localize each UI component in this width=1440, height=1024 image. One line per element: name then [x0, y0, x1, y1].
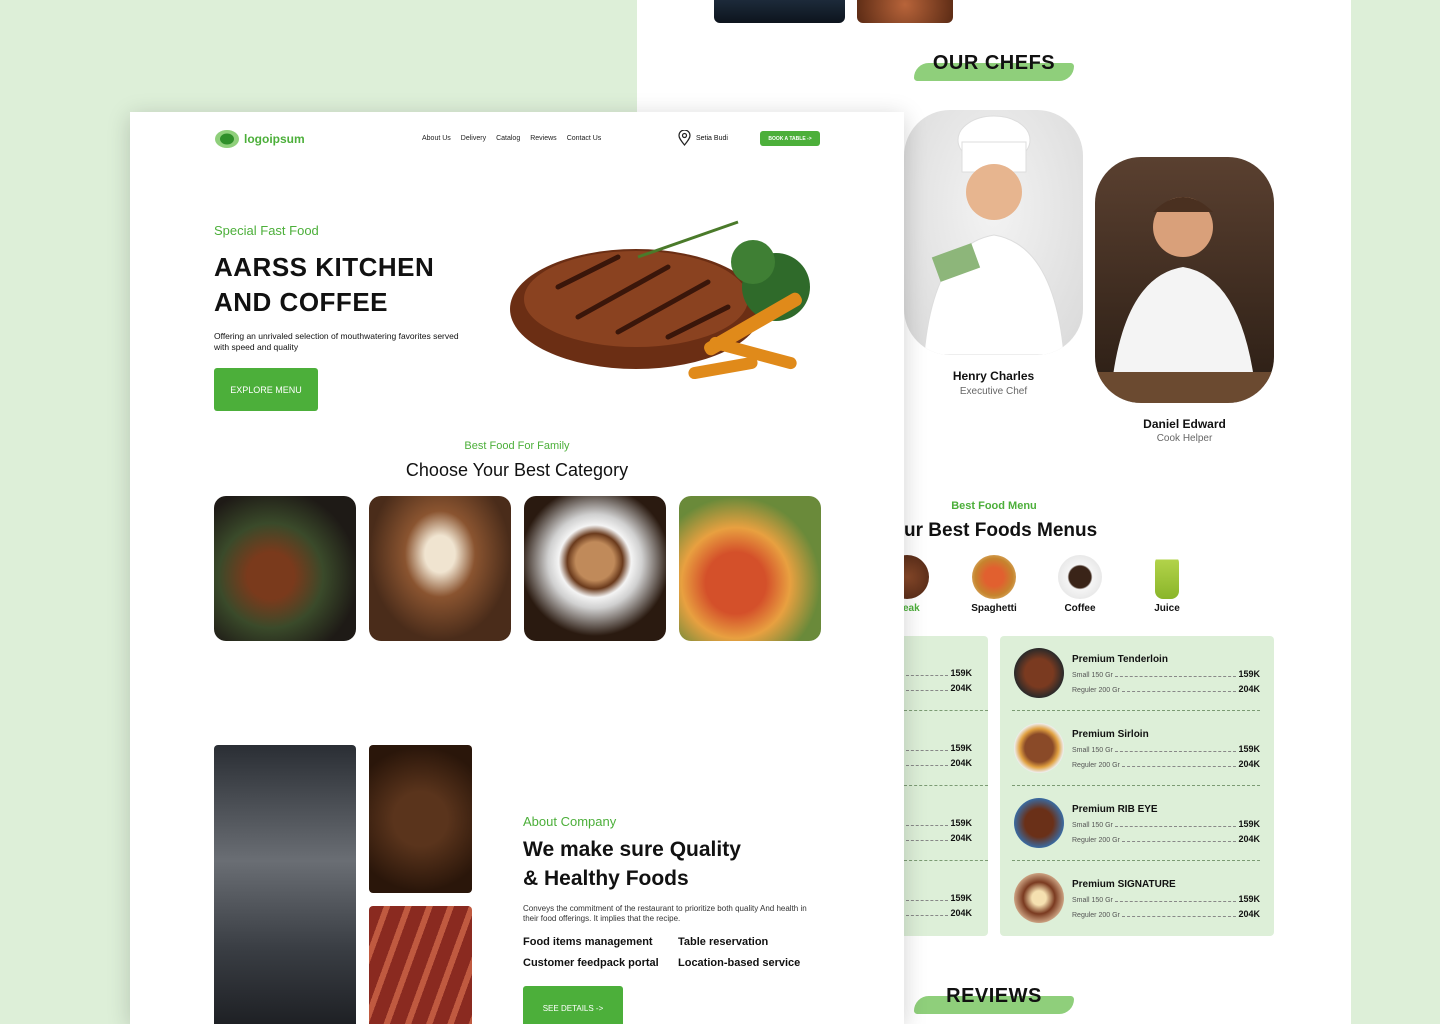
- category-title: Choose Your Best Category: [405, 460, 629, 480]
- top-image-dark: [714, 0, 845, 23]
- logo[interactable]: logoipsum: [214, 129, 305, 149]
- category-card-coffee[interactable]: [524, 496, 666, 641]
- front-page: logoipsum About Us Delivery Catalog Revi…: [130, 112, 904, 1024]
- menu-category-juice[interactable]: Juice: [1137, 555, 1197, 614]
- main-nav: About Us Delivery Catalog Reviews Contac…: [422, 135, 601, 142]
- menu-left-row: 159K 204K: [904, 636, 988, 711]
- category-card-steak[interactable]: [214, 496, 356, 641]
- book-table-button[interactable]: BOOK A TABLE ->: [760, 131, 820, 146]
- feature-food-items: Food items management: [523, 936, 653, 948]
- chef-illustration-icon: [923, 115, 1065, 355]
- menu-item[interactable]: Premium Sirloin Small 150 Gr 159K Reguler…: [1012, 711, 1260, 786]
- menu-item[interactable]: Premium SIGNATURE Small 150 Gr 159K Regul…: [1012, 861, 1260, 936]
- about-title-line2: & Healthy Foods: [523, 867, 689, 890]
- menu-item[interactable]: Premium RIB EYE Small 150 Gr 159K Reguler…: [1012, 786, 1260, 861]
- about-image-coffee-beans: [369, 745, 472, 893]
- category-eyebrow: Best Food For Family: [464, 440, 570, 452]
- chefs-heading: OUR CHEFS: [932, 52, 1056, 74]
- about-image-kitchen: [214, 745, 356, 1024]
- see-details-button[interactable]: SEE DETAILS ->: [523, 986, 623, 1024]
- reviews-heading: REVIEWS: [946, 985, 1042, 1007]
- ribeye-image: [1014, 798, 1064, 848]
- chef-name-henry: Henry Charles: [952, 369, 1035, 383]
- chef-photo-daniel: [1095, 157, 1274, 403]
- top-image-food: [857, 0, 953, 23]
- menu-item[interactable]: Premium Tenderloin Small 150 Gr 159K Regu…: [1012, 636, 1260, 711]
- hero-title-line2: AND COFFEE: [214, 287, 388, 317]
- spaghetti-icon: [972, 555, 1016, 599]
- category-card-chocolate[interactable]: [369, 496, 511, 641]
- category-card-spaghetti[interactable]: [679, 496, 821, 641]
- about-image-sliced-steak: [369, 906, 472, 1024]
- feature-feedback-portal: Customer feedpack portal: [523, 957, 659, 969]
- sirloin-image: [1014, 723, 1064, 773]
- nav-about-us[interactable]: About Us: [422, 135, 451, 142]
- hero-eyebrow: Special Fast Food: [214, 223, 319, 238]
- about-title-line1: We make sure Quality: [523, 838, 741, 861]
- logo-icon: [215, 130, 239, 148]
- chef-role-henry: Executive Chef: [959, 386, 1028, 397]
- hero-title-line1: AARSS KITCHEN: [214, 252, 435, 282]
- about-eyebrow: About Company: [523, 814, 617, 829]
- feature-table-reservation: Table reservation: [678, 936, 769, 948]
- map-pin-icon: [678, 130, 691, 146]
- chef-photo-henry: [904, 110, 1083, 355]
- menu-left-row: 159K 204K: [904, 711, 988, 786]
- explore-menu-button[interactable]: EXPLORE MENU: [214, 368, 318, 411]
- menu-panel-left: 159K 204K 159K 204K 159K 204K 159K 204K: [904, 636, 988, 936]
- menu-left-row: 159K 204K: [904, 861, 988, 936]
- coffee-cup-icon: [1058, 555, 1102, 599]
- hero-description: Offering an unrivaled selection of mouth…: [214, 331, 459, 352]
- menu-category-coffee[interactable]: Coffee: [1050, 555, 1110, 614]
- menu-category-spaghetti[interactable]: Spaghetti: [964, 555, 1024, 614]
- menu-left-row: 159K 204K: [904, 786, 988, 861]
- nav-reviews[interactable]: Reviews: [530, 135, 556, 142]
- location-text: Setia Budi: [696, 134, 728, 142]
- nav-contact-us[interactable]: Contact Us: [567, 135, 602, 142]
- steak-illustration-icon: [510, 220, 810, 380]
- tenderloin-image: [1014, 648, 1064, 698]
- chef-name-daniel: Daniel Edward: [1143, 417, 1226, 431]
- signature-image: [1014, 873, 1064, 923]
- chef-illustration-icon: [1095, 197, 1274, 403]
- juice-glass-icon: [1155, 555, 1179, 599]
- menu-panel-right: Premium Tenderloin Small 150 Gr 159K Regu…: [1000, 636, 1274, 936]
- menu-title: ur Best Foods Menus: [904, 520, 1098, 541]
- nav-delivery[interactable]: Delivery: [461, 135, 486, 142]
- hero-steak-image: [508, 217, 824, 397]
- chef-role-daniel: Cook Helper: [1156, 433, 1213, 444]
- about-features: Food items management Table reservation …: [523, 936, 818, 969]
- feature-location-service: Location-based service: [678, 957, 801, 969]
- about-description: Conveys the commitment of the restaurant…: [523, 904, 807, 923]
- nav-catalog[interactable]: Catalog: [496, 135, 520, 142]
- logo-text: logoipsum: [244, 132, 305, 146]
- menu-eyebrow: Best Food Menu: [951, 500, 1037, 512]
- location[interactable]: Setia Budi: [678, 130, 728, 146]
